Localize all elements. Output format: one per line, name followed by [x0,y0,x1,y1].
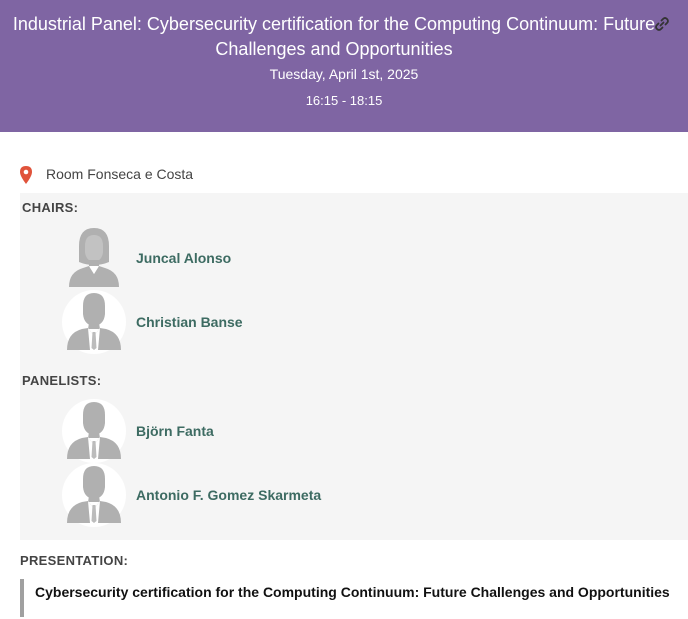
presentation-title[interactable]: Cybersecurity certification for the Comp… [35,584,670,600]
link-icon[interactable] [653,15,671,33]
session-time: 16:15 - 18:15 [305,93,383,108]
map-pin-icon [20,166,32,184]
person-name[interactable]: Björn Fanta [136,423,214,439]
presentation-accent-bar [20,579,24,617]
chairs-label: CHAIRS: [22,200,79,215]
male-avatar-icon [62,399,126,463]
person-name[interactable]: Antonio F. Gomez Skarmeta [136,487,321,503]
session-date: Tuesday, April 1st, 2025 [269,66,419,82]
panelists-label: PANELISTS: [22,373,102,388]
presentation-label: PRESENTATION: [20,553,129,568]
person-name[interactable]: Juncal Alonso [136,250,231,266]
male-avatar-icon [62,290,126,354]
male-avatar-icon [62,463,126,527]
room-name: Room Fonseca e Costa [46,166,194,182]
session-header: Industrial Panel: Cybersecurity certific… [0,0,688,132]
people-section: CHAIRS: Juncal Alonso Christian Banse PA… [20,193,688,540]
female-avatar-icon [62,226,126,290]
presentation-item[interactable]: Cybersecurity certification for the Comp… [20,579,688,617]
session-title: Industrial Panel: Cybersecurity certific… [12,14,656,59]
person-name[interactable]: Christian Banse [136,314,243,330]
